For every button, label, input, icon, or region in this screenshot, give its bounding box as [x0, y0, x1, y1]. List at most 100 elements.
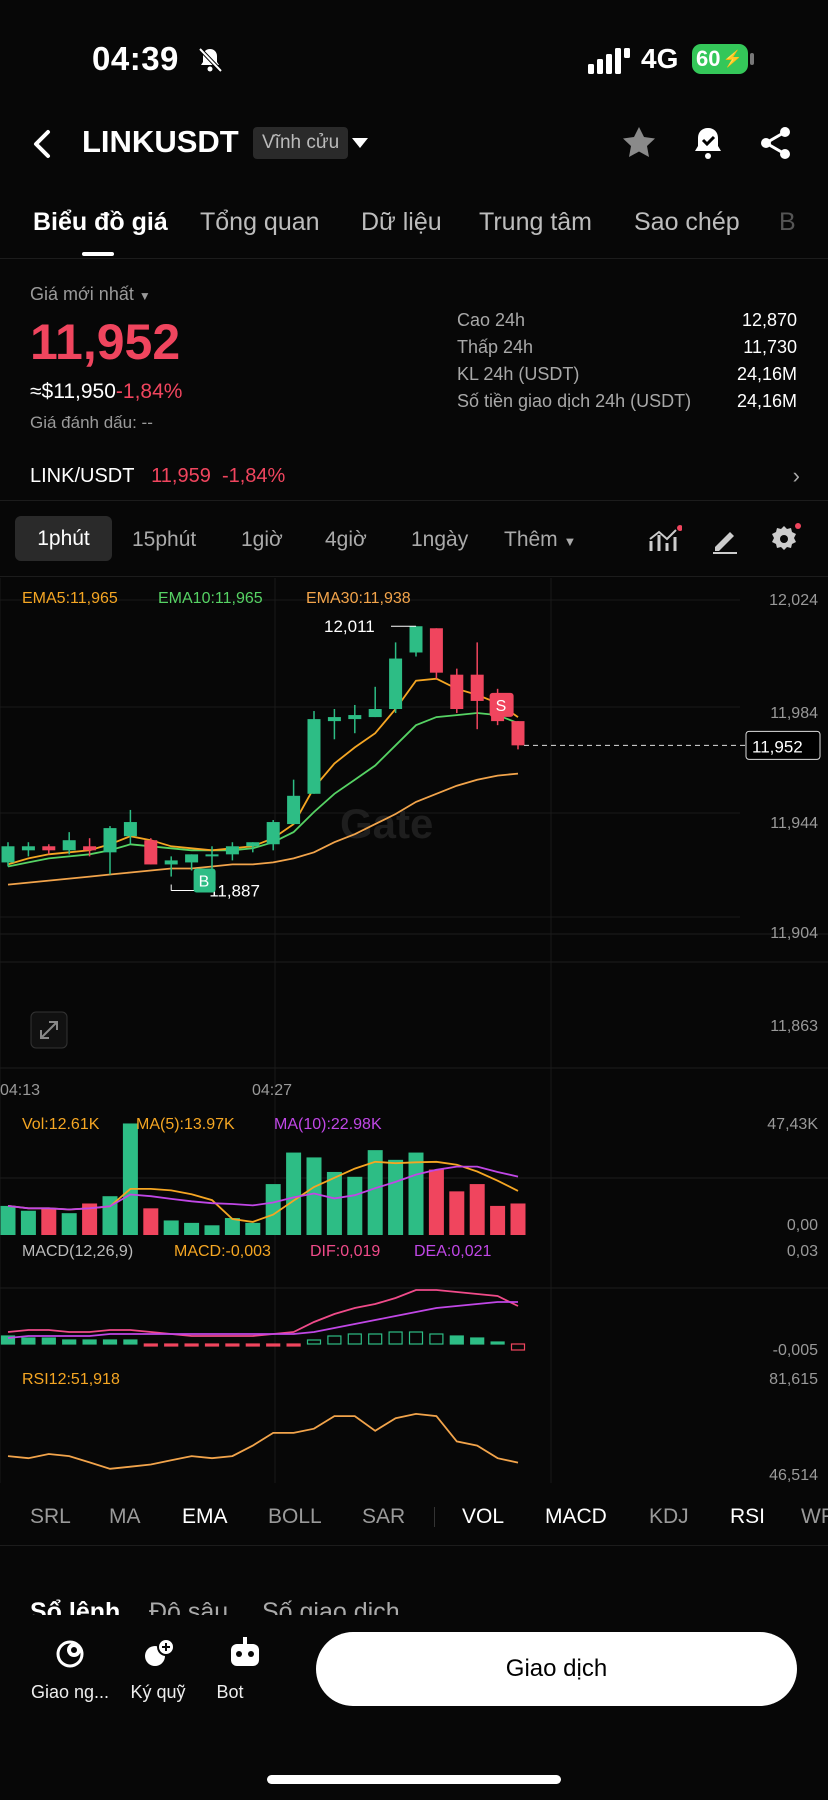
dif-value-label: DIF:0,019 [310, 1243, 380, 1260]
tab-price-chart[interactable]: Biểu đồ giá [33, 208, 168, 237]
y-tick-label: 11,904 [770, 925, 818, 942]
price-chart[interactable]: Gate 12,011 11,887B S 11,952 12,024 11,984 11,9… [0, 578, 828, 1486]
usd-price: ≈$11,950 [30, 380, 116, 403]
ema5-label: EMA5:11,965 [22, 590, 118, 607]
battery-cap [750, 53, 754, 65]
indicator-boll[interactable]: BOLL [268, 1505, 322, 1529]
last-price-label[interactable]: Giá mới nhất ▼ [30, 284, 151, 305]
draw-pen-icon[interactable] [710, 525, 740, 555]
macd-dif-line [7, 1289, 519, 1337]
candle-body [144, 840, 158, 865]
macd-histogram-bar [245, 1343, 260, 1347]
vol-ma10-label: MA(10):22.98K [274, 1116, 382, 1133]
star-icon[interactable] [620, 124, 658, 162]
macd-histogram-bar [143, 1343, 158, 1347]
sell-marker-label: S [496, 698, 507, 715]
macd-histogram-bar [388, 1331, 403, 1345]
spot-price: 11,959 [151, 465, 211, 487]
candle-body [246, 842, 260, 847]
rsi-tick-label: 46,514 [769, 1467, 818, 1484]
dock-bot[interactable]: Bot [205, 1682, 255, 1703]
tab-center[interactable]: Trung tâm [479, 208, 592, 237]
rsi-label: RSI12:51,918 [22, 1371, 120, 1388]
volume-bar [347, 1176, 363, 1235]
bot-icon[interactable] [226, 1634, 264, 1672]
exchange-icon[interactable] [52, 1634, 90, 1672]
battery-level: 60 [696, 46, 721, 71]
interval-more[interactable]: Thêm ▼ [504, 528, 576, 552]
interval-4h[interactable]: 4giờ [325, 528, 367, 552]
macd-histogram-bar [204, 1343, 220, 1347]
spot-change: -1,84% [221, 465, 286, 487]
volume-bar [61, 1213, 77, 1235]
candle-body [21, 846, 35, 851]
candle-body [225, 846, 239, 855]
tab-overview[interactable]: Tổng quan [200, 208, 320, 237]
indicator-wr[interactable]: WR [801, 1505, 828, 1529]
indicator-rsi[interactable]: RSI [730, 1505, 765, 1529]
volume-bar [388, 1159, 404, 1235]
macd-histogram-bar [21, 1337, 36, 1345]
dea-value-label: DEA:0,021 [414, 1243, 491, 1260]
indicator-vol[interactable]: VOL [462, 1505, 504, 1529]
volume-bar [286, 1152, 302, 1235]
macd-tick-label: -0,005 [773, 1342, 818, 1359]
caret-down-icon[interactable] [352, 138, 368, 148]
signal-icon [588, 48, 630, 74]
volume-bar [204, 1225, 220, 1235]
indicator-macd[interactable]: MACD [545, 1505, 607, 1529]
battery-indicator: 60 ⚡ [692, 44, 748, 74]
candle-body [511, 721, 525, 746]
indicator-srl[interactable]: SRL [30, 1505, 71, 1529]
last-price: 11,952 [30, 314, 181, 370]
volume-bar [163, 1220, 179, 1235]
interval-1d[interactable]: 1ngày [411, 528, 468, 552]
macd-histogram-bar [102, 1339, 118, 1345]
back-arrow-icon[interactable] [28, 128, 56, 160]
spot-link-row[interactable]: LINK/USDT 11,959 -1,84% › [30, 463, 800, 488]
tab-more[interactable]: B [779, 208, 796, 237]
indicator-ma[interactable]: MA [109, 1505, 141, 1529]
share-icon[interactable] [757, 124, 795, 162]
current-price-label: 11,952 [752, 737, 803, 756]
indicator-ema[interactable]: EMA [182, 1505, 228, 1529]
volume-bar [306, 1157, 322, 1235]
indicator-kdj[interactable]: KDJ [649, 1505, 689, 1529]
candle-body [266, 822, 280, 845]
spot-pair: LINK/USDT [30, 465, 135, 487]
ema30-label: EMA30:11,938 [306, 590, 411, 607]
tab-copy[interactable]: Sao chép [634, 208, 740, 237]
interval-1m[interactable]: 1phút [15, 516, 112, 561]
candle-body [83, 846, 97, 851]
stat-volume: KL 24h (USDT) 24,16M [457, 364, 797, 384]
indicator-icon[interactable] [648, 525, 682, 555]
volume-bar [0, 1205, 16, 1235]
low-label: 11,887 [209, 882, 260, 901]
contract-type-tag[interactable]: Vĩnh cửu [253, 127, 349, 159]
pair-title[interactable]: LINKUSDT [82, 124, 239, 160]
trade-button[interactable]: Giao dịch [316, 1632, 797, 1706]
candle-body [389, 658, 403, 710]
vol-label: Vol:12.61K [22, 1116, 100, 1133]
candle-body [62, 840, 76, 851]
indicator-sar[interactable]: SAR [362, 1505, 405, 1529]
settings-gear-icon[interactable] [767, 522, 801, 556]
macd-histogram-bar [164, 1343, 179, 1347]
dock-margin[interactable]: Ký quỹ [118, 1682, 198, 1703]
macd-tick-label: 0,03 [787, 1243, 818, 1260]
volume-bar [41, 1208, 57, 1235]
candle-body [470, 674, 484, 701]
interval-15m[interactable]: 15phút [132, 528, 196, 552]
usd-price-row: ≈$11,950-1,84% [30, 380, 182, 404]
candle-body [1, 846, 15, 863]
stat-high: Cao 24h 12,870 [457, 310, 797, 330]
margin-icon[interactable] [140, 1634, 178, 1672]
candle-body [205, 854, 219, 857]
divider [434, 1507, 435, 1527]
price-alert-bell-icon[interactable] [689, 124, 727, 162]
dock-spot-trade[interactable]: Giao ng... [30, 1682, 110, 1703]
chevron-right-icon: › [792, 463, 800, 488]
tab-data[interactable]: Dữ liệu [361, 208, 442, 237]
price-change: -1,84% [115, 380, 183, 403]
interval-1h[interactable]: 1giờ [241, 528, 283, 552]
